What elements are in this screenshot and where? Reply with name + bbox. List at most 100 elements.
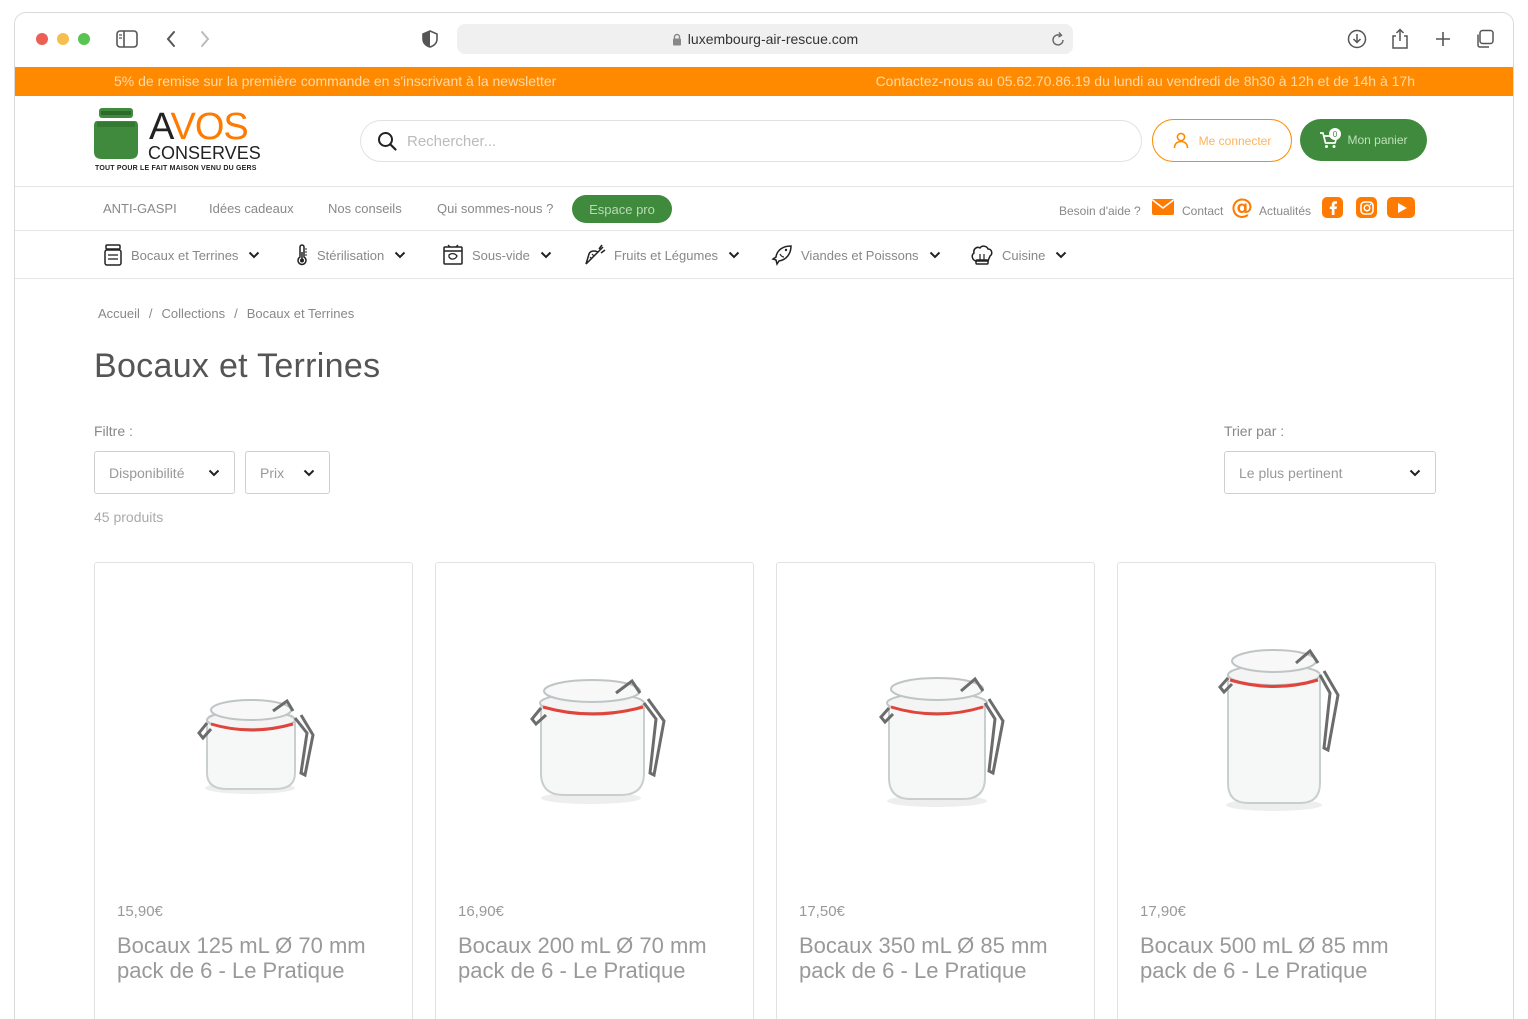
fish-icon: [771, 244, 793, 266]
reload-icon[interactable]: [1051, 31, 1065, 47]
product-image-jar-500ml[interactable]: [1178, 623, 1378, 823]
category-label: Cuisine: [1002, 247, 1046, 263]
product-count: 45 produits: [94, 509, 164, 525]
cart-label: Mon panier: [1347, 133, 1408, 147]
chevron-down-icon: [1055, 251, 1067, 259]
privacy-shield-icon[interactable]: [420, 25, 440, 53]
product-image-jar-350ml[interactable]: [837, 623, 1037, 823]
product-price: 17,90€: [1140, 903, 1186, 920]
jar-logo-icon: [94, 108, 138, 159]
carrot-icon: [584, 244, 606, 266]
availability-filter-label: Disponibilité: [109, 464, 185, 481]
product-card[interactable]: 15,90€ Bocaux 125 mL Ø 70 mm pack de 6 -…: [94, 562, 413, 1019]
promo-bar: 5% de remise sur la première commande en…: [15, 67, 1513, 96]
breadcrumb-separator: /: [234, 306, 238, 321]
product-card[interactable]: 17,90€ Bocaux 500 mL Ø 85 mm pack de 6 -…: [1117, 562, 1436, 1019]
back-arrow-icon[interactable]: [163, 25, 179, 53]
price-filter-label: Prix: [260, 464, 285, 481]
breadcrumb-collections[interactable]: Collections: [162, 306, 226, 321]
help-label: Besoin d'aide ?: [1059, 204, 1141, 218]
page-title: Bocaux et Terrines: [94, 347, 381, 385]
breadcrumb: Accueil / Collections / Bocaux et Terrines: [98, 306, 354, 321]
sort-dropdown[interactable]: Le plus pertinent: [1224, 451, 1436, 494]
lock-icon: [672, 33, 682, 46]
logo-tagline: TOUT POUR LE FAIT MAISON VENU DU GERS: [95, 165, 257, 172]
user-icon: [1173, 132, 1189, 149]
product-card[interactable]: 16,90€ Bocaux 200 mL Ø 70 mm pack de 6 -…: [435, 562, 754, 1019]
promo-newsletter-text: 5% de remise sur la première commande en…: [114, 73, 557, 89]
product-price: 16,90€: [458, 903, 504, 920]
category-label: Fruits et Légumes: [614, 247, 719, 263]
category-bocaux-terrines[interactable]: Bocaux et Terrines: [103, 242, 260, 268]
breadcrumb-home[interactable]: Accueil: [98, 306, 140, 321]
zoom-window-button[interactable]: [78, 33, 90, 45]
minimize-window-button[interactable]: [57, 33, 69, 45]
browser-window: luxembourg-air-rescue.com 5% de remise s…: [14, 12, 1514, 1019]
product-grid: 15,90€ Bocaux 125 mL Ø 70 mm pack de 6 -…: [94, 562, 1437, 1019]
sidebar-toggle-icon[interactable]: [115, 25, 139, 53]
facebook-icon[interactable]: [1322, 197, 1343, 218]
sort-value: Le plus pertinent: [1239, 464, 1343, 481]
product-image-jar-200ml[interactable]: [496, 623, 696, 823]
site-header: AVOS CONSERVES TOUT POUR LE FAIT MAISON …: [15, 96, 1513, 187]
share-icon[interactable]: [1389, 25, 1411, 53]
instagram-icon[interactable]: [1356, 197, 1377, 218]
category-sterilisation[interactable]: Stérilisation: [295, 242, 406, 268]
category-label: Bocaux et Terrines: [131, 247, 239, 263]
thermometer-icon: [295, 244, 309, 266]
forward-arrow-icon[interactable]: [197, 25, 213, 53]
login-label: Me connecter: [1198, 133, 1272, 148]
product-name[interactable]: Bocaux 350 mL Ø 85 mm pack de 6 - Le Pra…: [799, 933, 1079, 983]
chevron-down-icon: [208, 469, 220, 477]
tab-overview-icon[interactable]: [1474, 25, 1496, 53]
category-sous-vide[interactable]: Sous-vide: [442, 242, 552, 268]
nav-link-advice[interactable]: Nos conseils: [328, 201, 402, 216]
product-image-jar-125ml[interactable]: [155, 623, 355, 823]
search-input[interactable]: [407, 132, 1107, 150]
mail-icon[interactable]: [1151, 197, 1174, 219]
category-fruits-legumes[interactable]: Fruits et Légumes: [584, 242, 740, 268]
chef-hat-icon: [970, 244, 994, 266]
product-price: 17,50€: [799, 903, 845, 920]
category-label: Sous-vide: [472, 247, 530, 263]
category-viandes-poissons[interactable]: Viandes et Poissons: [771, 242, 941, 268]
chevron-down-icon: [540, 251, 552, 259]
sort-label: Trier par :: [1224, 423, 1285, 439]
youtube-icon[interactable]: [1387, 197, 1415, 218]
product-price: 15,90€: [117, 903, 163, 920]
news-link[interactable]: Actualités: [1259, 204, 1311, 218]
chevron-down-icon: [1409, 469, 1421, 477]
search-icon[interactable]: [377, 131, 397, 151]
product-name[interactable]: Bocaux 125 mL Ø 70 mm pack de 6 - Le Pra…: [117, 933, 397, 983]
product-name[interactable]: Bocaux 200 mL Ø 70 mm pack de 6 - Le Pra…: [458, 933, 738, 983]
promo-contact-text: Contactez-nous au 05.62.70.86.19 du lund…: [875, 73, 1415, 89]
at-sign-icon[interactable]: @: [1231, 195, 1253, 220]
contact-link[interactable]: Contact: [1182, 204, 1223, 218]
vacuum-bag-icon: [442, 244, 464, 266]
nav-link-anti-gaspi[interactable]: ANTI-GASPI: [103, 201, 177, 216]
category-label: Viandes et Poissons: [801, 247, 919, 263]
cart-button[interactable]: 0 Mon panier: [1300, 119, 1427, 161]
category-label: Stérilisation: [317, 247, 385, 263]
address-bar[interactable]: luxembourg-air-rescue.com: [457, 24, 1073, 54]
filter-label: Filtre :: [94, 423, 133, 439]
pro-space-button[interactable]: Espace pro: [572, 195, 672, 223]
product-card[interactable]: 17,50€ Bocaux 350 mL Ø 85 mm pack de 6 -…: [776, 562, 1095, 1019]
nav-link-about[interactable]: Qui sommes-nous ?: [437, 201, 553, 216]
availability-filter-dropdown[interactable]: Disponibilité: [94, 451, 235, 494]
breadcrumb-separator: /: [148, 306, 153, 321]
new-tab-plus-icon[interactable]: [1432, 25, 1454, 53]
close-window-button[interactable]: [36, 33, 48, 45]
search-bar[interactable]: [360, 120, 1142, 162]
category-nav: Bocaux et Terrines Stérilisation Sous-vi…: [15, 231, 1513, 279]
category-cuisine[interactable]: Cuisine: [970, 242, 1067, 268]
downloads-icon[interactable]: [1346, 25, 1368, 53]
product-name[interactable]: Bocaux 500 mL Ø 85 mm pack de 6 - Le Pra…: [1140, 933, 1420, 983]
jar-icon: [103, 244, 123, 266]
login-button[interactable]: Me connecter: [1152, 119, 1292, 162]
price-filter-dropdown[interactable]: Prix: [245, 451, 330, 494]
nav-link-gift-ideas[interactable]: Idées cadeaux: [209, 201, 294, 216]
chevron-down-icon: [728, 251, 740, 259]
site-logo[interactable]: AVOS CONSERVES TOUT POUR LE FAIT MAISON …: [93, 108, 263, 176]
chevron-down-icon: [394, 251, 406, 259]
